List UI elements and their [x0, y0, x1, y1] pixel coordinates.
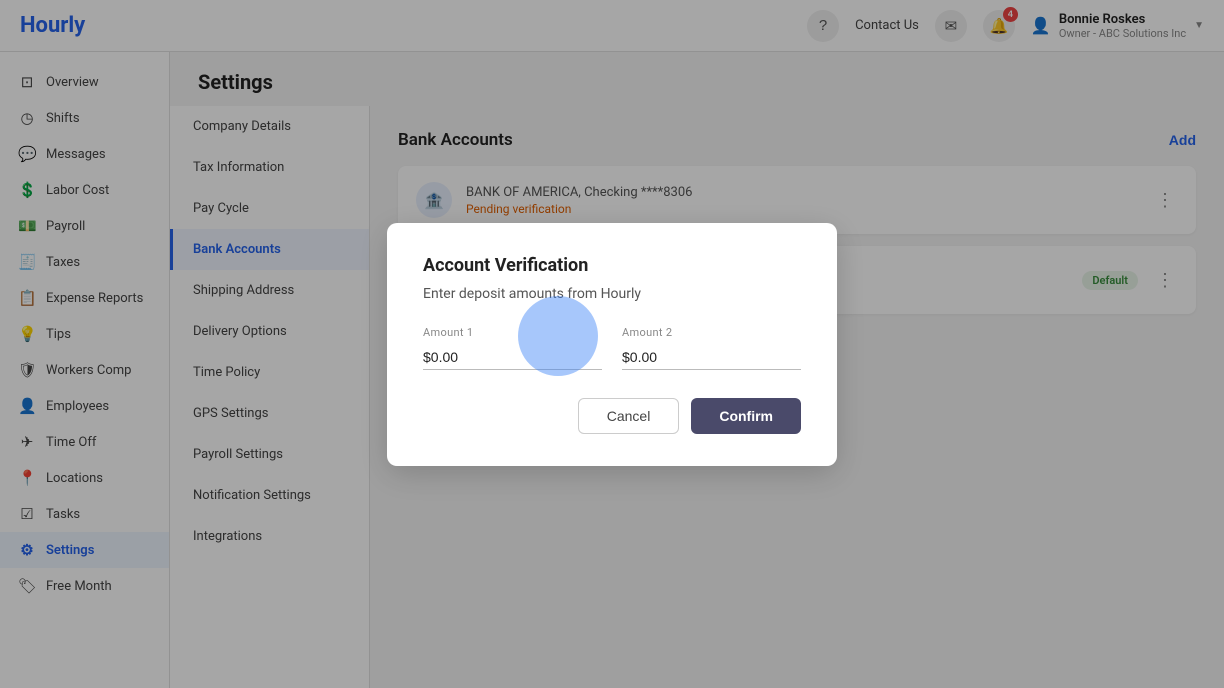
amount2-label: Amount 2	[622, 326, 801, 339]
modal-description: Enter deposit amounts from Hourly	[423, 286, 801, 302]
amount1-label: Amount 1	[423, 326, 602, 339]
modal-actions: Cancel Confirm	[423, 398, 801, 434]
amount1-input[interactable]	[423, 345, 602, 370]
amount2-field: Amount 2	[622, 326, 801, 370]
modal-overlay[interactable]: Account Verification Enter deposit amoun…	[0, 0, 1224, 688]
modal-title: Account Verification	[423, 255, 801, 276]
amount1-field: Amount 1	[423, 326, 602, 370]
account-verification-modal: Account Verification Enter deposit amoun…	[387, 223, 837, 466]
cancel-button[interactable]: Cancel	[578, 398, 680, 434]
confirm-button[interactable]: Confirm	[691, 398, 801, 434]
modal-fields: Amount 1 Amount 2	[423, 326, 801, 370]
amount2-input[interactable]	[622, 345, 801, 370]
